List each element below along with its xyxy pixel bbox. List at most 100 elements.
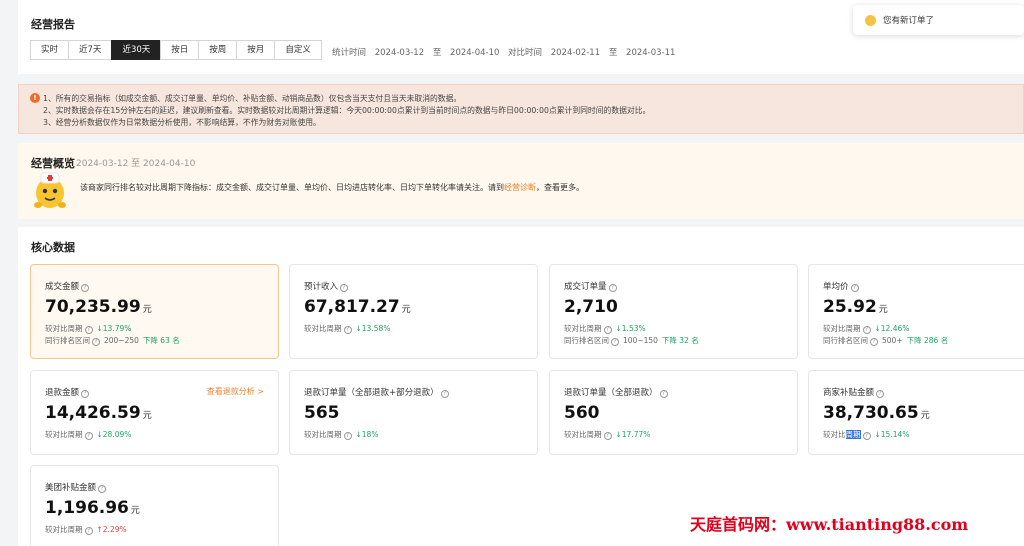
compare-to: 至: [608, 48, 618, 58]
help-icon[interactable]: ?: [608, 284, 617, 292]
compare-row: 较对比周期? ↓15.14%: [823, 429, 909, 440]
rank-range: 100~150: [623, 336, 658, 345]
stat-end-date: 2024-04-10: [450, 48, 500, 58]
rank-row: 同行排名区间? 200~250 下降 63 名: [45, 336, 180, 346]
compare-change: ↓1.53%: [615, 324, 646, 333]
stat-start-date: 2024-03-12: [374, 48, 425, 58]
metric-label: 美团补贴金额?: [45, 481, 107, 493]
compare-change: ↓17.77%: [615, 430, 651, 439]
compare-change: ↓18%: [355, 430, 379, 439]
help-icon[interactable]: ?: [862, 432, 871, 440]
rank-change: 下降 63 名: [142, 336, 180, 345]
compare-change: ↑2.29%: [96, 525, 127, 534]
metric-card-refund-orders-all[interactable]: 退款订单量（全部退款）? 560 较对比周期? ↓17.77%: [549, 370, 798, 455]
metric-label: 成交订单量?: [564, 280, 617, 292]
diagnosis-link[interactable]: 经营诊断: [504, 183, 536, 192]
compare-row: 较对比周期? ↓18%: [304, 430, 379, 440]
stat-to: 至: [432, 48, 442, 58]
compare-label-selected: 较对比周期: [823, 430, 861, 439]
metric-card-merchant-subsidy[interactable]: 商家补贴金额? 38,730.65 元 较对比周期? ↓15.14%: [808, 370, 1024, 455]
compare-change: ↓13.79%: [96, 324, 132, 333]
metric-card-gmv[interactable]: 成交金额? 70,235.99 元 较对比周期? ↓13.79% 同行排名区间? 20…: [30, 264, 279, 359]
compare-row: 较对比周期? ↓28.09%: [45, 430, 132, 440]
metric-card-refund-orders-all-partial[interactable]: 退款订单量（全部退款+部分退款）? 565 较对比周期? ↓18%: [289, 370, 538, 455]
warning-icon: !: [30, 93, 40, 103]
metric-value: 25.92 元: [823, 297, 888, 317]
help-icon[interactable]: ?: [659, 390, 668, 398]
compare-time-range: 对比时间 2024-02-11 至 2024-03-11: [508, 46, 681, 58]
metric-card-order-count[interactable]: 成交订单量? 2,710 较对比周期? ↓1.53% 同行排名区间? 100~150…: [549, 264, 798, 359]
help-icon[interactable]: ?: [84, 432, 93, 440]
overview-text-after: ，查看更多。: [536, 183, 584, 192]
tab-by-month[interactable]: 按月: [236, 40, 276, 60]
rank-range: 200~250: [104, 336, 139, 345]
metric-value: 14,426.59 元: [45, 403, 152, 423]
rank-row: 同行排名区间? 100~150 下降 32 名: [564, 336, 699, 346]
help-icon[interactable]: ?: [876, 390, 885, 398]
toast-text: 您有新订单了: [883, 16, 935, 26]
metric-card-meituan-subsidy[interactable]: 美团补贴金额? 1,196.96 元 较对比周期? ↑2.29%: [30, 465, 279, 546]
help-icon[interactable]: ?: [870, 338, 878, 346]
tab-by-week[interactable]: 按周: [198, 40, 238, 60]
help-icon[interactable]: ?: [603, 432, 612, 440]
help-icon[interactable]: ?: [862, 326, 871, 334]
help-icon[interactable]: ?: [343, 432, 352, 440]
compare-start-date: 2024-02-11: [550, 48, 601, 58]
mascot-icon: [34, 172, 66, 208]
help-icon[interactable]: ?: [850, 284, 859, 292]
help-icon[interactable]: ?: [611, 338, 619, 346]
metric-label: 退款金额?: [45, 386, 90, 398]
metric-card-avg-price[interactable]: 单均价? 25.92 元 较对比周期? ↓12.46% 同行排名区间? 500+ 下降 …: [808, 264, 1024, 359]
compare-row: 较对比周期? ↓1.53%: [564, 324, 646, 334]
help-icon[interactable]: ?: [84, 527, 93, 535]
help-icon[interactable]: ?: [81, 390, 90, 398]
compare-row: 较对比周期? ↑2.29%: [45, 525, 127, 535]
notice-banner: ! 1、所有的交易指标（如成交金额、成交订单量、单均价、补贴金额、动销商品数）仅…: [18, 84, 1024, 134]
help-icon[interactable]: ?: [98, 485, 107, 493]
metric-label: 单均价?: [823, 280, 859, 292]
help-icon[interactable]: ?: [340, 284, 349, 292]
metric-unit: 元: [142, 411, 152, 421]
metric-unit: 元: [401, 305, 411, 315]
tab-custom[interactable]: 自定义: [274, 40, 322, 60]
page-title: 经营报告: [31, 18, 75, 31]
metric-card-refund-amount[interactable]: 退款金额? 查看退款分析 > 14,426.59 元 较对比周期? ↓28.09%: [30, 370, 279, 455]
rank-change: 下降 286 名: [906, 336, 949, 345]
core-data-title: 核心数据: [31, 241, 75, 254]
stat-time-range: 统计时间 2024-03-12 至 2024-04-10: [332, 46, 505, 58]
tab-by-day[interactable]: 按日: [160, 40, 200, 60]
help-icon[interactable]: ?: [81, 284, 90, 292]
metric-card-expected-income[interactable]: 预计收入? 67,817.27 元 较对比周期? ↓13.58%: [289, 264, 538, 359]
metric-value: 565: [304, 403, 340, 423]
tab-realtime[interactable]: 实时: [30, 40, 70, 60]
metric-unit: 元: [920, 411, 930, 421]
notice-line-1: 1、所有的交易指标（如成交金额、成交订单量、单均价、补贴金额、动销商品数）仅包含…: [43, 94, 462, 103]
metric-label: 商家补贴金额?: [823, 386, 885, 398]
metric-value: 67,817.27 元: [304, 297, 411, 317]
metric-value: 70,235.99 元: [45, 297, 152, 317]
metric-label: 预计收入?: [304, 280, 349, 292]
overview-date-range: 2024-03-12 至 2024-04-10: [76, 159, 196, 169]
tab-30-days[interactable]: 近30天: [111, 40, 162, 60]
overview-summary: 该商家同行排名较对比周期下降指标：成交金额、成交订单量、单均价、日均进店转化率、…: [80, 182, 584, 193]
watermark-text: 天庭首码网：www.tianting88.com: [690, 515, 969, 534]
compare-change: ↓12.46%: [874, 324, 910, 333]
rank-change: 下降 32 名: [661, 336, 699, 345]
help-icon[interactable]: ?: [92, 338, 100, 346]
help-icon[interactable]: ?: [440, 390, 449, 398]
help-icon[interactable]: ?: [84, 326, 93, 334]
notice-line-3: 3、经营分析数据仅作为日常数据分析使用，不影响结算，不作为财务对账使用。: [43, 118, 321, 127]
period-tabs: 实时 近7天 近30天 按日 按周 按月 自定义: [30, 40, 322, 60]
refund-analysis-link[interactable]: 查看退款分析 >: [207, 386, 264, 397]
help-icon[interactable]: ?: [343, 326, 352, 334]
bell-icon: [865, 14, 876, 26]
new-order-toast[interactable]: 您有新订单了: [853, 5, 1024, 35]
tab-7-days[interactable]: 近7天: [68, 40, 113, 60]
compare-change: ↓28.09%: [96, 430, 132, 439]
compare-time-label: 对比时间: [508, 48, 543, 58]
overview-panel: 经营概览 2024-03-12 至 2024-04-10 该商家同行排名较对比周…: [18, 143, 1024, 219]
metric-value: 560: [564, 403, 600, 423]
compare-change: ↓15.14%: [874, 430, 910, 439]
help-icon[interactable]: ?: [603, 326, 612, 334]
core-data-panel: 核心数据 成交金额? 70,235.99 元 较对比周期? ↓13.79% 同行排名…: [18, 227, 1024, 546]
